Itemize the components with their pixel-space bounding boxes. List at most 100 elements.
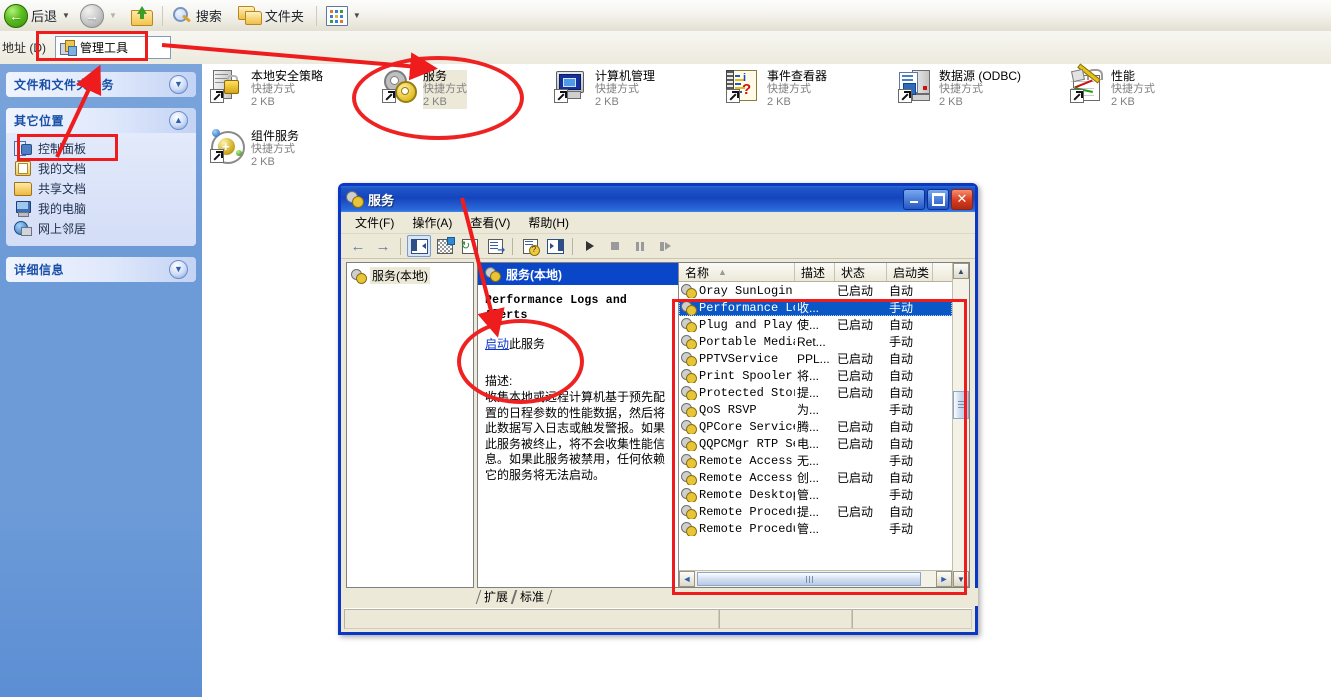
table-row[interactable]: QPCore Service 腾... 已启动 自动 bbox=[679, 418, 952, 435]
forward-button[interactable]: → ▼ bbox=[76, 2, 123, 30]
cell-startup-type: 自动 bbox=[889, 369, 914, 383]
start-service-icon[interactable] bbox=[579, 236, 601, 256]
sidebar-item-network-places[interactable]: 网上邻居 bbox=[14, 218, 188, 238]
cell-status: 已启动 bbox=[837, 420, 874, 434]
list-horizontal-scrollbar[interactable]: ◄ ► bbox=[679, 570, 952, 587]
file-item-services[interactable]: 服务 快捷方式 2 KB bbox=[382, 69, 467, 109]
minimize-button[interactable] bbox=[903, 188, 925, 210]
tree-node-services-local[interactable]: 服务(本地) bbox=[351, 267, 469, 284]
service-gear-icon bbox=[681, 436, 697, 451]
properties-icon[interactable] bbox=[434, 236, 456, 256]
panel-details-header[interactable]: 详细信息 ▼ bbox=[6, 257, 196, 282]
refresh-icon[interactable]: ↻ bbox=[459, 236, 481, 256]
cell-service-name: Remote Desktop... bbox=[679, 487, 795, 502]
table-row[interactable]: Plug and Play 使... 已启动 自动 bbox=[679, 316, 952, 333]
cell-service-name: PPTVService bbox=[679, 351, 795, 366]
file-item-performance[interactable]: 性能 快捷方式 2 KB bbox=[1070, 63, 1155, 109]
chevron-down-icon[interactable]: ▼ bbox=[169, 75, 188, 94]
services-titlebar[interactable]: 服务 ✕ bbox=[341, 186, 975, 212]
column-header-description[interactable]: 描述 bbox=[795, 263, 835, 281]
forward-button[interactable]: → bbox=[372, 236, 394, 256]
up-one-level-button[interactable] bbox=[127, 2, 157, 30]
panel-title: 其它位置 bbox=[14, 114, 65, 128]
sidebar-item-shared-documents[interactable]: 共享文档 bbox=[14, 178, 188, 198]
service-gear-icon bbox=[681, 283, 697, 298]
service-name-text: Portable Media... bbox=[699, 334, 795, 349]
service-name-text: Remote Procedu... bbox=[699, 504, 795, 519]
details-pane-icon[interactable] bbox=[544, 236, 566, 256]
scroll-right-button[interactable]: ► bbox=[936, 571, 952, 587]
hscroll-track[interactable] bbox=[695, 571, 936, 587]
file-item-local-security-policy[interactable]: 本地安全策略 快捷方式 2 KB bbox=[210, 69, 323, 109]
chevron-up-icon[interactable]: ▲ bbox=[169, 111, 188, 130]
table-row[interactable]: Remote Access ...无... 手动 bbox=[679, 452, 952, 469]
menu-file[interactable]: 文件(F) bbox=[347, 212, 402, 233]
table-row[interactable]: PPTVService PPL... 已启动 自动 bbox=[679, 350, 952, 367]
cell-description: 收... bbox=[797, 301, 820, 315]
panel-other-places-header[interactable]: 其它位置 ▲ bbox=[6, 108, 196, 133]
scroll-left-button[interactable]: ◄ bbox=[679, 571, 695, 587]
close-button[interactable]: ✕ bbox=[951, 188, 973, 210]
column-header-name[interactable]: 名称 ▲ bbox=[679, 263, 795, 281]
back-dropdown-icon[interactable]: ▼ bbox=[62, 11, 70, 20]
file-item-odbc-data-sources[interactable]: 数据源 (ODBC) 快捷方式 2 KB bbox=[898, 69, 1021, 109]
scroll-up-button[interactable]: ▲ bbox=[953, 263, 969, 279]
panel-file-folder-tasks-header[interactable]: 文件和文件夹任务 ▼ bbox=[6, 72, 196, 97]
service-gear-icon bbox=[681, 351, 697, 366]
file-item-event-viewer[interactable]: i? 事件查看器 快捷方式 2 KB bbox=[726, 69, 827, 109]
list-vertical-scrollbar[interactable]: ▲ ▼ bbox=[952, 263, 969, 587]
file-name: 事件查看器 bbox=[767, 69, 828, 83]
table-row[interactable]: Performance Lo...收... 手动 bbox=[679, 299, 952, 316]
table-row[interactable]: QQPCMgr RTP Se...电... 已启动 自动 bbox=[679, 435, 952, 452]
vscroll-track[interactable] bbox=[953, 279, 969, 571]
back-button[interactable]: ← 后退 ▼ bbox=[0, 2, 76, 30]
service-name-text: Remote Access ... bbox=[699, 470, 795, 485]
table-row[interactable]: Remote Desktop...管... 手动 bbox=[679, 486, 952, 503]
network-places-icon bbox=[14, 220, 32, 236]
chevron-down-icon[interactable]: ▼ bbox=[169, 260, 188, 279]
column-header-label: 启动类 bbox=[893, 265, 930, 280]
service-name-text: QQPCMgr RTP Se... bbox=[699, 436, 795, 451]
sidebar-item-label: 我的电脑 bbox=[38, 201, 87, 216]
back-button[interactable]: ← bbox=[347, 236, 369, 256]
table-row[interactable]: Oray SunLogin ... 已启动 自动 bbox=[679, 282, 952, 299]
table-row[interactable]: Remote Access ...创... 已启动 自动 bbox=[679, 469, 952, 486]
file-name: 组件服务 bbox=[251, 129, 300, 143]
cell-startup-type: 自动 bbox=[889, 386, 914, 400]
views-dropdown-icon[interactable]: ▼ bbox=[353, 11, 361, 20]
column-header-status[interactable]: 状态 bbox=[835, 263, 887, 281]
export-list-icon[interactable]: ➜ bbox=[484, 236, 506, 256]
tab-extended[interactable]: 扩展 bbox=[478, 588, 514, 606]
table-row[interactable]: Remote Procedu...管... 手动 bbox=[679, 520, 952, 537]
views-button[interactable]: ▼ bbox=[322, 2, 367, 30]
table-row[interactable]: Protected Storage提... 已启动 自动 bbox=[679, 384, 952, 401]
vscroll-thumb[interactable] bbox=[953, 391, 969, 419]
tab-standard[interactable]: 标准 bbox=[514, 588, 550, 606]
hscroll-thumb[interactable] bbox=[697, 572, 921, 586]
table-row[interactable]: Portable Media...Ret... 手动 bbox=[679, 333, 952, 350]
column-header-startup-type[interactable]: 启动类 bbox=[887, 263, 933, 281]
table-row[interactable]: Print Spooler 将... 已启动 自动 bbox=[679, 367, 952, 384]
maximize-button[interactable] bbox=[927, 188, 949, 210]
start-service-link[interactable]: 启动 bbox=[485, 337, 509, 351]
sidebar-item-my-documents[interactable]: 我的文档 bbox=[14, 158, 188, 178]
address-input[interactable]: 管理工具 bbox=[55, 36, 171, 59]
table-row[interactable]: QoS RSVP 为... 手动 bbox=[679, 401, 952, 418]
folders-button[interactable]: 文件夹 bbox=[234, 2, 308, 30]
services-content-pane: 服务(本地) Performance Logs and Alerts 启动此服务… bbox=[477, 262, 970, 588]
menu-view[interactable]: 查看(V) bbox=[462, 212, 518, 233]
help-icon[interactable]: ? bbox=[519, 236, 541, 256]
menu-help[interactable]: 帮助(H) bbox=[520, 212, 577, 233]
sidebar-item-control-panel[interactable]: 控制面板 bbox=[14, 138, 188, 158]
panel-title: 详细信息 bbox=[14, 263, 65, 277]
back-label: 后退 bbox=[31, 9, 58, 24]
show-hide-tree-icon[interactable] bbox=[407, 235, 431, 257]
table-row[interactable]: Remote Procedu...提... 已启动 自动 bbox=[679, 503, 952, 520]
menu-action[interactable]: 操作(A) bbox=[404, 212, 460, 233]
file-item-computer-management[interactable]: 计算机管理 快捷方式 2 KB bbox=[554, 69, 655, 109]
file-item-component-services[interactable]: + 组件服务 快捷方式 2 KB bbox=[210, 129, 299, 169]
search-button[interactable]: 搜索 bbox=[168, 2, 226, 30]
sidebar-item-my-computer[interactable]: 我的电脑 bbox=[14, 198, 188, 218]
forward-dropdown-icon[interactable]: ▼ bbox=[109, 11, 117, 20]
scroll-down-button[interactable]: ▼ bbox=[953, 571, 969, 587]
